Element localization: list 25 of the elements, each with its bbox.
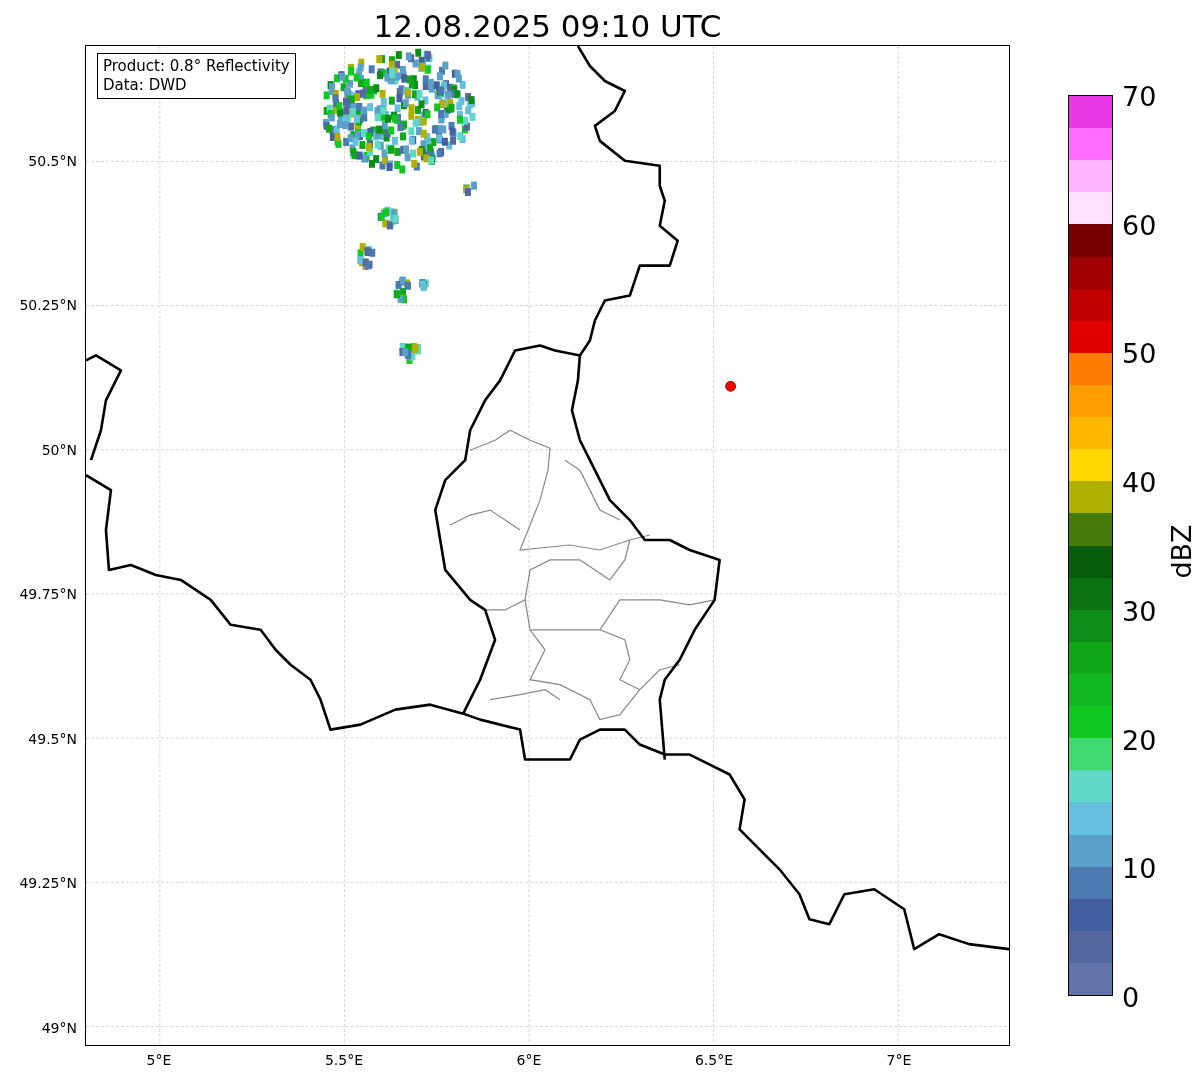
- colorbar-tick-label: 10: [1122, 852, 1157, 884]
- y-tick-label: 50.25°N: [19, 297, 77, 314]
- x-tick-label: 5°E: [146, 1052, 172, 1068]
- colorbar-tick-label: 20: [1122, 724, 1157, 756]
- location-dot: [725, 380, 736, 392]
- y-tick-label: 49.75°N: [19, 586, 77, 603]
- x-tick-label: 6.5°E: [694, 1052, 734, 1068]
- x-tick-label: 6°E: [516, 1052, 542, 1068]
- y-tick-label: 49.5°N: [28, 730, 77, 747]
- info-text: Product: 0.8° Reflectivity: [103, 57, 290, 76]
- info-text: Data: DWD: [103, 76, 188, 95]
- colorbar-tick-label: 60: [1122, 209, 1157, 241]
- colorbar-tick-label: 70: [1122, 80, 1157, 112]
- y-tick-label: 50.5°N: [28, 152, 77, 169]
- colorbar-tick-label: 30: [1122, 595, 1157, 627]
- colorbar-tick-label: 0: [1122, 981, 1140, 1013]
- colorbar-tick-label: 40: [1122, 466, 1157, 498]
- y-tick-label: 50°N: [41, 441, 77, 458]
- x-tick-label: 7°E: [886, 1052, 912, 1068]
- y-tick-label: 49°N: [41, 1019, 77, 1036]
- colorbar-tick-label: 50: [1122, 337, 1157, 369]
- chart-title: 12.08.2025 09:10 UTC: [373, 7, 722, 45]
- x-tick-label: 5.5°E: [324, 1052, 364, 1068]
- colorbar-label: dBZ: [1165, 524, 1197, 579]
- y-tick-label: 49.25°N: [19, 875, 77, 891]
